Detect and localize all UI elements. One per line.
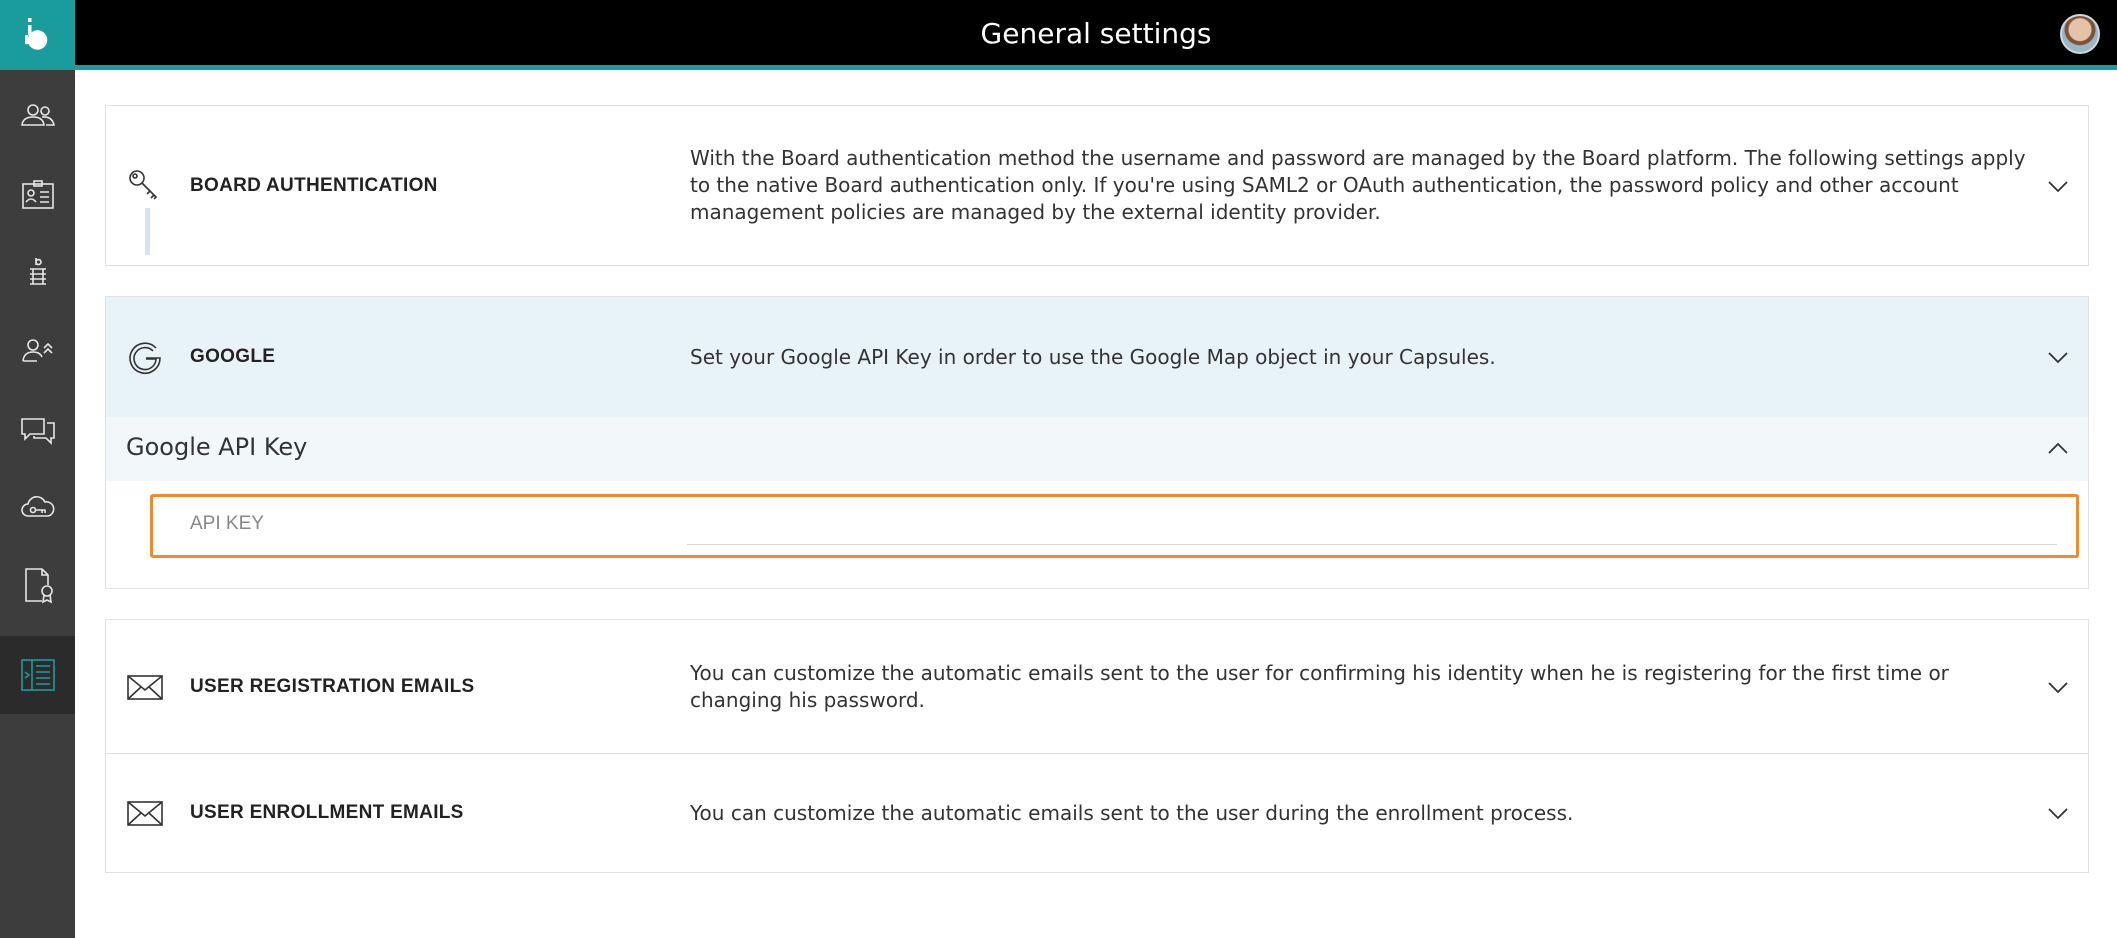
chevron-down-icon[interactable] xyxy=(2046,801,2070,825)
sidebar xyxy=(0,0,75,938)
envelope-icon xyxy=(127,801,163,826)
chevron-down-icon[interactable] xyxy=(2046,345,2070,369)
section-description: You can customize the automatic emails s… xyxy=(690,800,1574,825)
settings-list-icon xyxy=(20,659,55,691)
sidebar-item-cloud[interactable] xyxy=(0,468,75,546)
top-header: General settings xyxy=(75,0,2117,70)
user-roles-icon xyxy=(21,339,53,362)
database-icon xyxy=(29,258,46,285)
section-header[interactable]: USER REGISTRATION EMAILS You can customi… xyxy=(106,620,2088,753)
sidebar-item-license[interactable] xyxy=(0,546,75,624)
google-api-key-subsection[interactable]: Google API Key xyxy=(106,417,2088,481)
section-description: Set your Google API Key in order to use … xyxy=(690,344,1496,369)
sidebar-item-users[interactable] xyxy=(0,78,75,156)
subsection-title: Google API Key xyxy=(126,433,308,461)
page-title: General settings xyxy=(980,17,1212,50)
section-description: You can customize the automatic emails s… xyxy=(690,660,1949,712)
api-key-input[interactable] xyxy=(687,509,2057,545)
section-user-registration-emails: USER REGISTRATION EMAILS You can customi… xyxy=(105,619,2089,754)
chevron-down-icon[interactable] xyxy=(2046,174,2070,198)
sidebar-item-roles[interactable] xyxy=(0,312,75,390)
field-indicator xyxy=(145,208,150,255)
section-title: USER ENROLLMENT EMAILS xyxy=(190,802,464,823)
section-board-authentication: BOARD AUTHENTICATION With the Board auth… xyxy=(105,105,2089,266)
api-key-label: API KEY xyxy=(190,513,264,534)
section-title: USER REGISTRATION EMAILS xyxy=(190,675,475,697)
key-icon xyxy=(129,169,158,200)
avatar[interactable] xyxy=(2060,14,2100,54)
section-header[interactable]: GOOGLE Set your Google API Key in order … xyxy=(106,297,2088,417)
google-icon xyxy=(129,342,161,374)
envelope-icon xyxy=(127,674,163,700)
sidebar-item-settings[interactable] xyxy=(0,636,75,714)
chevron-up-icon[interactable] xyxy=(2046,437,2070,461)
sidebar-item-messages[interactable] xyxy=(0,390,75,468)
certificate-icon xyxy=(24,568,53,604)
chevron-down-icon[interactable] xyxy=(2046,675,2070,699)
board-logo[interactable] xyxy=(0,0,75,70)
section-header[interactable]: USER ENROLLMENT EMAILS You can customize… xyxy=(106,754,2088,872)
chat-icon xyxy=(20,418,55,445)
users-icon xyxy=(20,104,55,126)
sidebar-item-data[interactable] xyxy=(0,234,75,312)
board-logo-icon xyxy=(24,18,47,50)
cloud-key-icon xyxy=(20,496,54,517)
section-user-enrollment-emails: USER ENROLLMENT EMAILS You can customize… xyxy=(105,753,2089,873)
id-card-icon xyxy=(21,180,54,209)
section-title: BOARD AUTHENTICATION xyxy=(190,174,438,196)
sidebar-item-id-card[interactable] xyxy=(0,156,75,234)
section-description: With the Board authentication method the… xyxy=(690,146,2026,224)
section-header[interactable]: BOARD AUTHENTICATION With the Board auth… xyxy=(106,106,2088,265)
section-title: GOOGLE xyxy=(190,346,276,367)
api-key-field-highlight: API KEY xyxy=(150,494,2079,558)
